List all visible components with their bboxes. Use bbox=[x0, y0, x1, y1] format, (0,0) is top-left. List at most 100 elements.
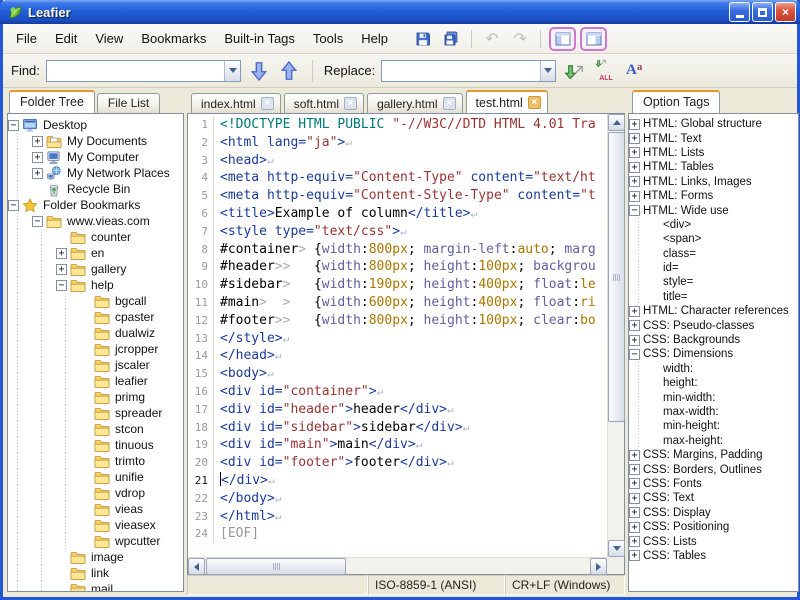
expand-icon[interactable]: + bbox=[629, 550, 640, 562]
option-tags-item-height[interactable]: height: bbox=[629, 376, 798, 391]
option-tags-item-div[interactable]: <div> bbox=[629, 217, 798, 233]
code-line[interactable]: 14 </head>↵ bbox=[188, 347, 607, 366]
option-tags-item-max-width[interactable]: max-width: bbox=[629, 404, 798, 420]
close-tab-icon[interactable]: × bbox=[442, 97, 456, 110]
code-editor[interactable]: 1 <!DOCTYPE HTML PUBLIC "-//W3C//DTD HTML… bbox=[187, 113, 625, 575]
expand-icon[interactable]: + bbox=[629, 320, 640, 332]
expand-icon[interactable]: + bbox=[629, 161, 640, 173]
expand-icon[interactable]: + bbox=[629, 305, 640, 317]
expand-icon[interactable]: + bbox=[32, 135, 43, 147]
expand-icon[interactable]: + bbox=[32, 167, 43, 179]
expand-icon[interactable]: + bbox=[629, 478, 640, 490]
code-line[interactable]: 12 #footer>> {width:800px; height:100px; … bbox=[188, 311, 607, 330]
option-tags-item-min-width[interactable]: min-width: bbox=[629, 390, 798, 405]
folder-tree-item-mail[interactable]: mail bbox=[8, 581, 183, 591]
expand-icon[interactable]: + bbox=[629, 492, 640, 504]
expand-icon[interactable]: + bbox=[629, 449, 640, 461]
menu-edit[interactable]: Edit bbox=[46, 27, 86, 50]
folder-tree-item-en[interactable]: + en bbox=[8, 245, 183, 261]
code-line[interactable]: 11 #main> > {width:600px; height:400px; f… bbox=[188, 293, 607, 312]
folder-tree-item-dualwiz[interactable]: dualwiz bbox=[8, 325, 183, 341]
collapse-icon[interactable]: − bbox=[32, 215, 43, 227]
scroll-down-icon[interactable] bbox=[608, 540, 625, 557]
editor-tab-soft-html[interactable]: soft.html × bbox=[283, 93, 365, 113]
folder-tree-item-my-network-places[interactable]: + My Network Places bbox=[8, 165, 183, 181]
option-tags-item-css-tables[interactable]: + CSS: Tables bbox=[629, 549, 798, 563]
tab-folder-tree[interactable]: Folder Tree bbox=[9, 90, 95, 113]
option-tags-item-max-height[interactable]: max-height: bbox=[629, 433, 798, 448]
menu-built-in-tags[interactable]: Built-in Tags bbox=[215, 27, 304, 50]
folder-tree-item-image[interactable]: image bbox=[8, 549, 183, 565]
option-tags-item-html-wide-use[interactable]: − HTML: Wide use bbox=[629, 203, 798, 217]
tab-option-tags[interactable]: Option Tags bbox=[632, 90, 721, 113]
expand-icon[interactable]: + bbox=[56, 263, 67, 275]
code-line[interactable]: 10 #sidebar> {width:190px; height:400px; … bbox=[188, 276, 607, 294]
redo-icon[interactable]: ↷ bbox=[508, 28, 532, 50]
find-next-icon[interactable] bbox=[247, 60, 271, 82]
option-tags-box[interactable]: + HTML: Global structure + HTML: Text + HTML:… bbox=[628, 113, 799, 592]
folder-tree-item-folder-bookmarks[interactable]: − Folder Bookmarks bbox=[8, 197, 183, 213]
expand-icon[interactable]: + bbox=[629, 464, 640, 476]
close-tab-icon[interactable]: × bbox=[344, 97, 358, 110]
folder-tree-item-my-computer[interactable]: + My Computer bbox=[8, 149, 183, 165]
folder-tree-item-stcon[interactable]: stcon bbox=[8, 421, 183, 437]
editor-tab-gallery-html[interactable]: gallery.html × bbox=[367, 93, 463, 113]
option-tags-item-html-tables[interactable]: + HTML: Tables bbox=[629, 160, 798, 174]
find-input[interactable] bbox=[46, 60, 225, 81]
option-tags-item-style[interactable]: style= bbox=[629, 275, 798, 290]
folder-tree-item-www-vieas-com[interactable]: − www.vieas.com bbox=[8, 213, 183, 229]
folder-tree-box[interactable]: − Desktop + My Documents + My Computer + My Net… bbox=[7, 113, 184, 592]
collapse-icon[interactable]: − bbox=[629, 348, 640, 360]
expand-icon[interactable]: + bbox=[629, 176, 640, 188]
folder-tree-item-counter[interactable]: counter bbox=[8, 229, 183, 245]
code-line[interactable]: 18 <div id="sidebar">sidebar</div>↵ bbox=[188, 418, 607, 437]
replace-all-icon[interactable]: ALL bbox=[592, 59, 616, 82]
folder-tree-item-vieas[interactable]: vieas bbox=[8, 501, 183, 517]
code-line[interactable]: 15 <body>↵ bbox=[188, 365, 607, 383]
code-line[interactable]: 6 <title>Example of column</title>↵ bbox=[188, 204, 607, 223]
option-tags-item-css-borders-outlines[interactable]: + CSS: Borders, Outlines bbox=[629, 462, 798, 476]
folder-tree-item-vdrop[interactable]: vdrop bbox=[8, 485, 183, 501]
code-line[interactable]: 23 </html>↵ bbox=[188, 507, 607, 526]
option-tags-item-css-backgrounds[interactable]: + CSS: Backgrounds bbox=[629, 333, 798, 347]
code-line[interactable]: 24 [EOF] bbox=[188, 525, 607, 544]
expand-icon[interactable]: + bbox=[56, 247, 67, 259]
folder-tree-item-jcropper[interactable]: jcropper bbox=[8, 341, 183, 357]
menu-help[interactable]: Help bbox=[352, 27, 397, 50]
editor-tab-test-html[interactable]: test.html × bbox=[465, 90, 548, 113]
code-line[interactable]: 19 <div id="main">main</div>↵ bbox=[188, 436, 607, 455]
option-tags-item-html-text[interactable]: + HTML: Text bbox=[629, 131, 798, 145]
folder-tree-item-spreader[interactable]: spreader bbox=[8, 405, 183, 421]
editor-horizontal-scrollbar[interactable] bbox=[188, 557, 607, 575]
horizontal-scroll-thumb[interactable] bbox=[206, 558, 346, 575]
folder-tree-item-recycle-bin[interactable]: Recycle Bin bbox=[8, 181, 183, 197]
close-tab-icon[interactable]: × bbox=[260, 97, 274, 110]
code-line[interactable]: 16 <div id="container">↵ bbox=[188, 382, 607, 401]
option-tags-item-css-margins-padding[interactable]: + CSS: Margins, Padding bbox=[629, 448, 798, 462]
expand-icon[interactable]: + bbox=[629, 507, 640, 519]
layout-right-icon[interactable] bbox=[580, 26, 608, 51]
code-line[interactable]: 5 <meta http-equiv="Content-Style-Type" c… bbox=[188, 187, 607, 205]
option-tags-item-span[interactable]: <span> bbox=[629, 232, 798, 247]
option-tags-item-css-text[interactable]: + CSS: Text bbox=[629, 491, 798, 505]
option-tags-item-min-height[interactable]: min-height: bbox=[629, 419, 798, 434]
menu-view[interactable]: View bbox=[86, 27, 132, 50]
vertical-scroll-thumb[interactable] bbox=[608, 132, 625, 422]
option-tags-item-css-fonts[interactable]: + CSS: Fonts bbox=[629, 477, 798, 491]
code-line[interactable]: 9 #header>> {width:800px; height:100px; b… bbox=[188, 258, 607, 277]
option-tags-item-html-character-references[interactable]: + HTML: Character references bbox=[629, 304, 798, 318]
save-icon[interactable] bbox=[411, 28, 435, 50]
folder-tree-item-my-documents[interactable]: + My Documents bbox=[8, 133, 183, 149]
editor-vertical-scrollbar[interactable] bbox=[607, 114, 625, 557]
expand-icon[interactable]: + bbox=[629, 536, 640, 548]
folder-tree-item-bgcall[interactable]: bgcall bbox=[8, 293, 183, 309]
option-tags-item-css-positioning[interactable]: + CSS: Positioning bbox=[629, 520, 798, 534]
scroll-right-icon[interactable] bbox=[590, 558, 607, 575]
expand-icon[interactable]: + bbox=[629, 118, 640, 130]
code-line[interactable]: 22 </body>↵ bbox=[188, 489, 607, 508]
scroll-left-icon[interactable] bbox=[188, 558, 205, 575]
menu-tools[interactable]: Tools bbox=[304, 27, 352, 50]
code-area[interactable]: 1 <!DOCTYPE HTML PUBLIC "-//W3C//DTD HTML… bbox=[188, 114, 607, 557]
tab-file-list[interactable]: File List bbox=[96, 93, 161, 113]
save-all-icon[interactable] bbox=[439, 28, 463, 50]
